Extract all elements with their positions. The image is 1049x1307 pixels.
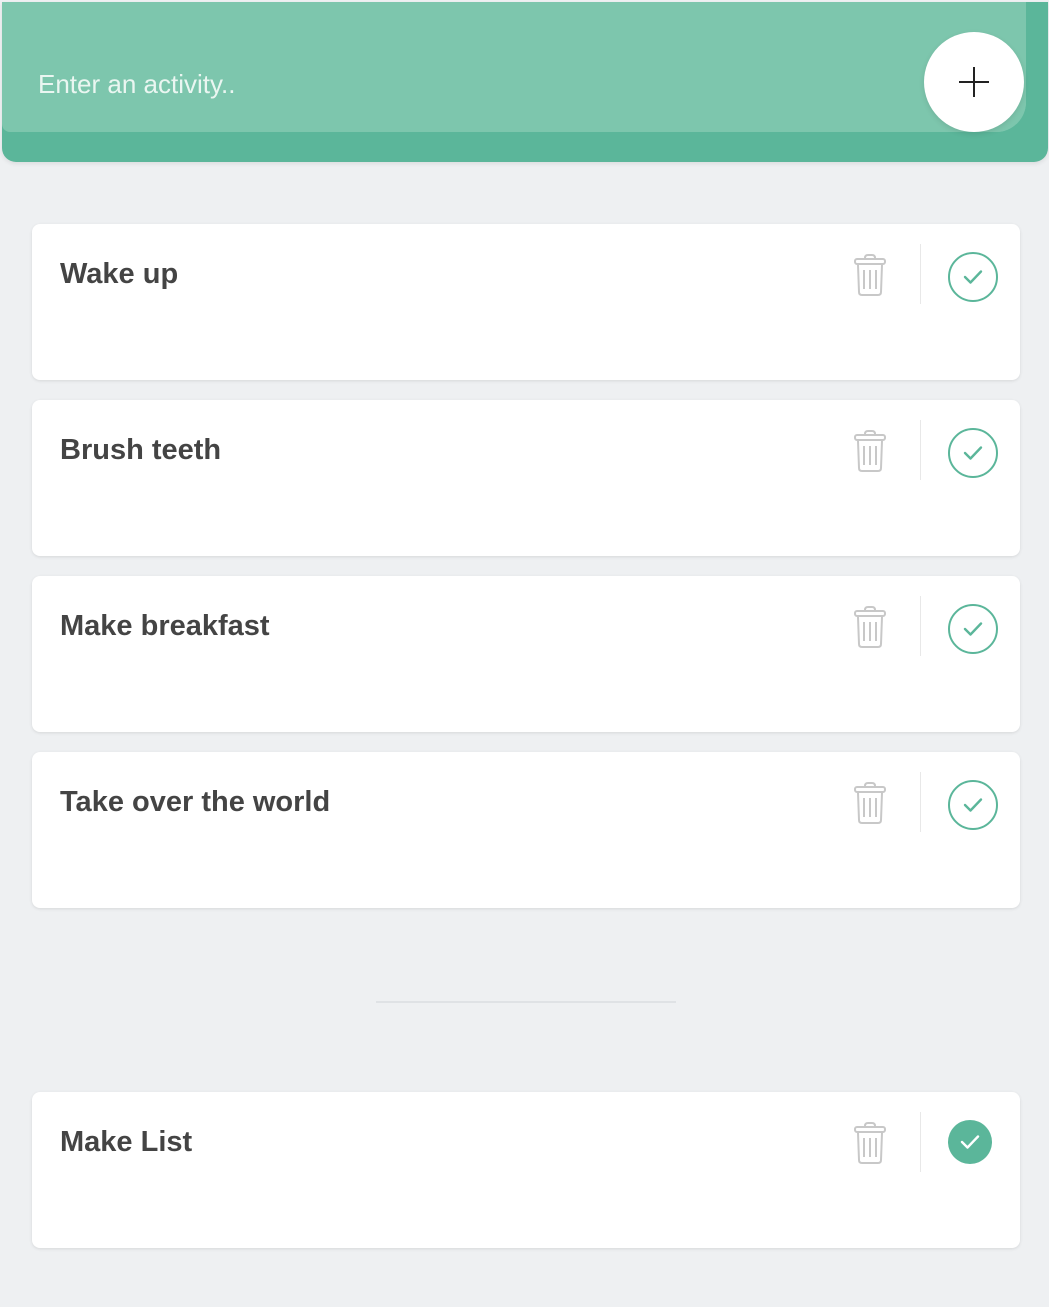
trash-icon — [854, 782, 886, 824]
check-icon — [960, 1135, 980, 1149]
check-icon — [963, 270, 983, 284]
delete-button[interactable] — [850, 252, 890, 298]
trash-icon — [854, 1122, 886, 1164]
action-divider — [920, 420, 921, 480]
delete-button[interactable] — [850, 428, 890, 474]
complete-button[interactable] — [948, 428, 998, 478]
todo-item-text: Brush teeth — [60, 434, 222, 466]
todo-item: Wake up — [32, 224, 1020, 380]
action-divider — [920, 1112, 921, 1172]
todo-item-text: Wake up — [60, 258, 179, 290]
trash-icon — [854, 606, 886, 648]
complete-button[interactable] — [948, 252, 998, 302]
todo-item-text: Take over the world — [60, 786, 331, 818]
plus-icon — [959, 67, 989, 97]
completed-item-text: Make List — [60, 1126, 193, 1158]
header-bar — [2, 2, 1048, 162]
check-icon — [963, 622, 983, 636]
trash-icon — [854, 430, 886, 472]
section-divider — [376, 1001, 676, 1003]
delete-button[interactable] — [850, 1120, 890, 1166]
action-divider — [920, 772, 921, 832]
action-divider — [920, 244, 921, 304]
delete-button[interactable] — [850, 780, 890, 826]
uncomplete-button[interactable] — [948, 1120, 992, 1164]
activity-input[interactable] — [38, 62, 858, 106]
completed-item: Make List — [32, 1092, 1020, 1248]
action-divider — [920, 596, 921, 656]
delete-button[interactable] — [850, 604, 890, 650]
complete-button[interactable] — [948, 604, 998, 654]
todo-item: Make breakfast — [32, 576, 1020, 732]
trash-icon — [854, 254, 886, 296]
todo-item-text: Make breakfast — [60, 610, 270, 642]
todo-item: Take over the world — [32, 752, 1020, 908]
check-icon — [963, 446, 983, 460]
complete-button[interactable] — [948, 780, 998, 830]
todo-item: Brush teeth — [32, 400, 1020, 556]
add-button[interactable] — [924, 32, 1024, 132]
check-icon — [963, 798, 983, 812]
